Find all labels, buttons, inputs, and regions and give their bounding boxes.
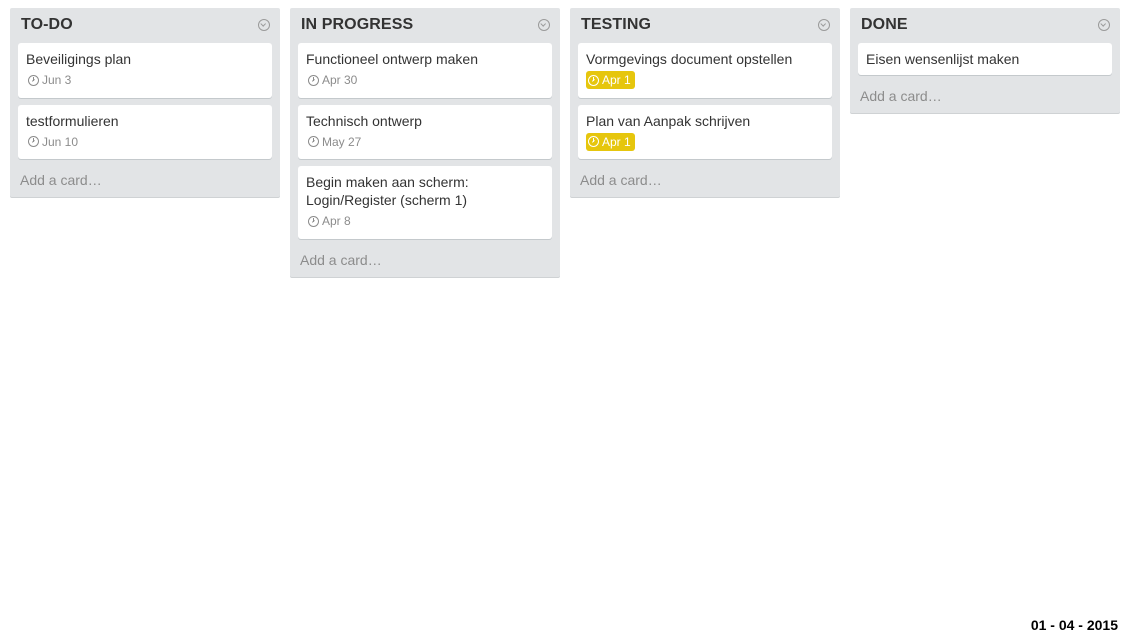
clock-icon <box>28 136 39 147</box>
list-title: DONE <box>861 16 908 33</box>
card-title: Begin maken aan scherm: Login/Register (… <box>306 174 469 208</box>
card[interactable]: testformulieren Jun 10 <box>18 104 272 159</box>
card-title: Functioneel ontwerp maken <box>306 51 478 67</box>
card-list: Beveiligings plan Jun 3 testformulieren … <box>10 40 280 159</box>
chevron-circle-down-icon[interactable] <box>818 19 830 31</box>
card-list: Functioneel ontwerp maken Apr 30 Technis… <box>290 40 560 239</box>
card[interactable]: Vormgevings document opstellen Apr 1 <box>578 43 832 98</box>
due-date-badge: Jun 10 <box>26 133 80 151</box>
list-testing: TESTING Vormgevings document opstellen A… <box>570 8 840 197</box>
card-title: Technisch ontwerp <box>306 112 422 129</box>
card-list: Vormgevings document opstellen Apr 1 Pla… <box>570 40 840 159</box>
card[interactable]: Functioneel ontwerp maken Apr 30 <box>298 43 552 98</box>
clock-icon <box>308 215 319 227</box>
card-title: Beveiligings plan <box>26 51 132 67</box>
due-date: Apr 1 <box>602 134 631 149</box>
list-header: IN PROGRESS <box>290 8 560 40</box>
card[interactable]: Plan van Aanpak schrijven Apr 1 <box>578 104 832 159</box>
footer-date: 01 - 04 - 2015 <box>1030 617 1118 633</box>
due-date: Jun 10 <box>42 134 79 149</box>
card-list: Eisen wensenlijst maken <box>850 40 1120 75</box>
due-date: Jun 3 <box>42 73 72 87</box>
card-title: Vormgevings document opstellen <box>586 51 793 67</box>
chevron-circle-down-icon[interactable] <box>258 19 270 31</box>
due-date-badge-overdue: Apr 1 <box>586 132 635 151</box>
list-header: DONE <box>850 8 1120 40</box>
due-date-badge: Apr 30 <box>306 71 359 89</box>
card[interactable]: Eisen wensenlijst maken <box>858 43 1112 75</box>
list-done: DONE Eisen wensenlijst maken Add a card… <box>850 8 1120 113</box>
list-title: IN PROGRESS <box>301 16 414 33</box>
list-todo: TO-DO Beveiligings plan Jun 3 testformul… <box>10 8 280 197</box>
due-date: Apr 30 <box>322 73 358 87</box>
card[interactable]: Beveiligings plan Jun 3 <box>18 43 272 98</box>
clock-icon <box>588 136 599 147</box>
due-date-badge-overdue: Apr 1 <box>586 71 635 89</box>
clock-icon <box>308 136 319 147</box>
add-card-link[interactable]: Add a card… <box>290 246 560 277</box>
list-header: TO-DO <box>10 8 280 40</box>
add-card-link[interactable]: Add a card… <box>850 82 1120 113</box>
list-in-progress: IN PROGRESS Functioneel ontwerp maken Ap… <box>290 8 560 277</box>
due-date: May 27 <box>322 134 362 149</box>
card-title: testformulieren <box>26 112 119 129</box>
add-card-link[interactable]: Add a card… <box>570 166 840 197</box>
due-date: Apr 1 <box>602 73 631 87</box>
list-title: TO-DO <box>21 16 73 33</box>
card[interactable]: Begin maken aan scherm: Login/Register (… <box>298 166 552 239</box>
card-title: Eisen wensenlijst maken <box>866 51 1020 67</box>
clock-icon <box>308 74 319 86</box>
card-title: Plan van Aanpak schrijven <box>586 112 751 129</box>
add-card-link[interactable]: Add a card… <box>10 166 280 197</box>
clock-icon <box>28 74 39 86</box>
list-header: TESTING <box>570 8 840 40</box>
due-date-badge: May 27 <box>306 133 363 151</box>
chevron-circle-down-icon[interactable] <box>1098 19 1110 31</box>
card[interactable]: Technisch ontwerp May 27 <box>298 104 552 159</box>
clock-icon <box>588 74 599 86</box>
list-title: TESTING <box>581 16 652 33</box>
due-date-badge: Apr 8 <box>306 212 353 230</box>
chevron-circle-down-icon[interactable] <box>538 19 550 31</box>
due-date-badge: Jun 3 <box>26 71 73 89</box>
due-date: Apr 8 <box>322 214 351 228</box>
